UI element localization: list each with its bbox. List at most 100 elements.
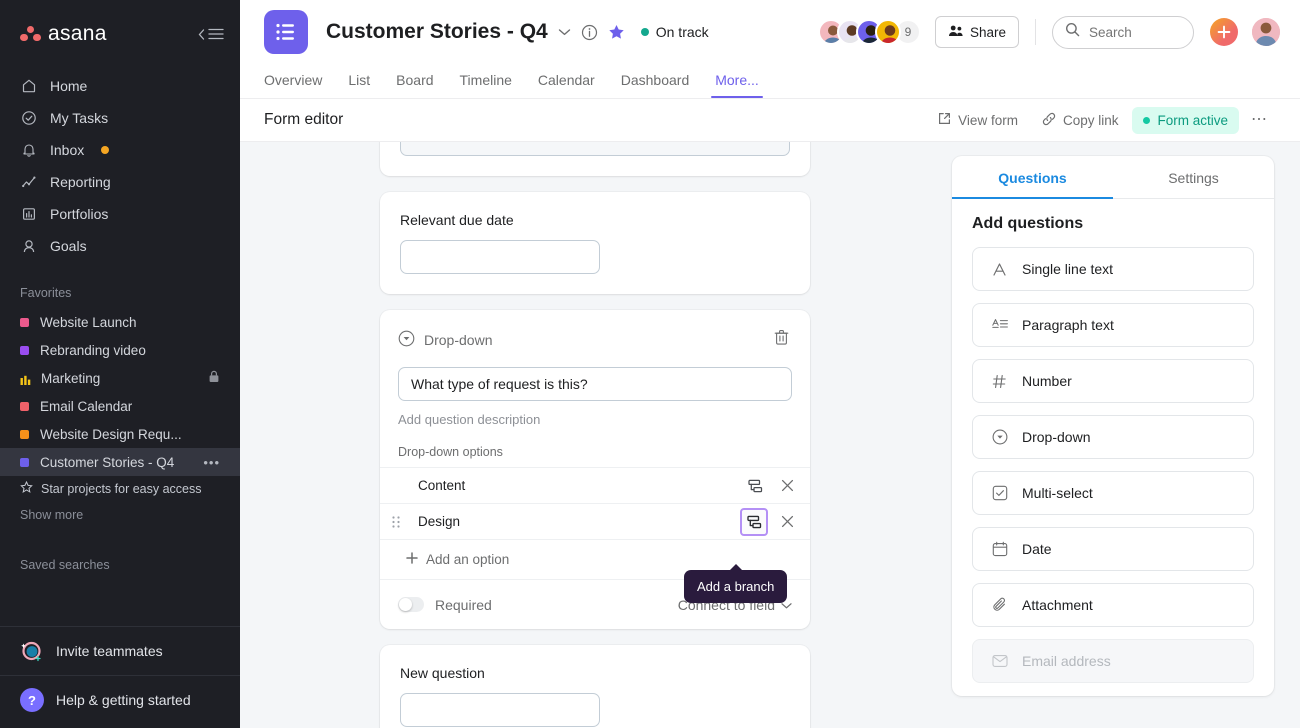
sidebar-nav: Home My Tasks Inbox Reporting Portfolios… (0, 70, 240, 262)
questions-panel: Questions Settings Add questions Single … (952, 156, 1274, 696)
question-type-drop-down[interactable]: Drop-down (972, 415, 1254, 459)
status-badge[interactable]: On track (640, 24, 709, 40)
favorite-item-customer-stories-q4[interactable]: Customer Stories - Q4 ••• (0, 448, 240, 476)
sidebar-item-goals[interactable]: Goals (0, 230, 240, 262)
favorite-more-icon[interactable]: ••• (203, 455, 220, 470)
tab-board[interactable]: Board (383, 72, 446, 98)
favorite-item-website-launch[interactable]: Website Launch (0, 308, 240, 336)
dropdown-circle-icon (991, 429, 1008, 445)
tab-timeline[interactable]: Timeline (447, 72, 525, 98)
sidebar-item-my-tasks[interactable]: My Tasks (0, 102, 240, 134)
question-type-single-line-text[interactable]: Single line text (972, 247, 1254, 291)
saved-searches-title: Saved searches (20, 558, 110, 572)
trash-icon[interactable] (771, 326, 792, 353)
question-type-number[interactable]: Number (972, 359, 1254, 403)
status-dot-icon (640, 28, 649, 36)
account-avatar[interactable] (1252, 18, 1280, 46)
branch-icon[interactable] (740, 507, 768, 536)
favorite-label: Website Launch (40, 314, 137, 330)
tab-questions[interactable]: Questions (952, 156, 1113, 199)
create-button[interactable] (1210, 18, 1238, 46)
question-type-email-address: Email address (972, 639, 1254, 683)
tab-overview[interactable]: Overview (264, 72, 335, 98)
search-input[interactable] (1052, 15, 1194, 49)
question-type-date[interactable]: Date (972, 527, 1254, 571)
goals-icon (20, 237, 38, 255)
tab-settings[interactable]: Settings (1113, 156, 1274, 198)
favorite-item-marketing[interactable]: Marketing (0, 364, 240, 392)
main-area: Customer Stories - Q4 On track 9 Share S… (240, 0, 1300, 728)
tab-more[interactable]: More... (702, 72, 772, 98)
close-icon[interactable] (774, 473, 800, 499)
tab-calendar[interactable]: Calendar (525, 72, 608, 98)
lock-icon (208, 370, 220, 386)
tab-dashboard[interactable]: Dashboard (608, 72, 703, 98)
help-getting-started-button[interactable]: ? Help & getting started (0, 676, 240, 724)
top-right-controls: 9 Share (817, 15, 1300, 49)
question-title-input[interactable]: What type of request is this? (398, 367, 792, 401)
show-more-button[interactable]: Show more (0, 502, 240, 528)
new-question-input[interactable] (400, 693, 600, 727)
option-label[interactable]: Content (418, 478, 742, 493)
copy-link-button[interactable]: Copy link (1032, 107, 1129, 134)
favorite-label: Marketing (41, 370, 101, 386)
invite-label: Invite teammates (56, 643, 163, 659)
favorite-item-rebranding-video[interactable]: Rebranding video (0, 336, 240, 364)
star-projects-hint[interactable]: Star projects for easy access (0, 476, 240, 502)
sidebar: asana Home My Tasks Inbox Reporting Port… (0, 0, 240, 728)
sidebar-item-label: Reporting (50, 174, 111, 190)
brand-name: asana (48, 22, 107, 45)
panel-body: Add questions Single line text Paragraph… (952, 199, 1274, 696)
avatar[interactable] (874, 19, 901, 45)
favorite-label: Email Calendar (40, 398, 133, 414)
sidebar-item-label: Inbox (50, 142, 85, 158)
required-toggle[interactable] (398, 597, 424, 612)
favorite-item-website-design-request[interactable]: Website Design Requ... (0, 420, 240, 448)
calendar-icon (991, 541, 1008, 557)
chevron-down-icon[interactable] (558, 28, 571, 37)
question-type-paragraph-text[interactable]: Paragraph text (972, 303, 1254, 347)
dropdown-option-row[interactable]: Design (380, 503, 810, 539)
search-field[interactable] (1089, 24, 1181, 40)
project-tabs: Overview List Board Timeline Calendar Da… (264, 64, 1300, 98)
close-icon[interactable] (774, 509, 800, 535)
toolbar-actions: View form Copy link Form active ⋯ (928, 106, 1276, 134)
due-date-input[interactable] (400, 240, 600, 274)
partial-card-textarea[interactable] (400, 142, 790, 156)
paragraph-icon (991, 318, 1008, 332)
square-icon (20, 317, 29, 327)
active-dot-icon (1143, 116, 1151, 124)
branch-icon[interactable] (742, 473, 768, 499)
list-project-icon[interactable] (264, 10, 308, 54)
ellipsis-icon[interactable]: ⋯ (1243, 108, 1276, 132)
question-type-multi-select[interactable]: Multi-select (972, 471, 1254, 515)
option-label[interactable]: Design (418, 514, 740, 529)
drag-handle-icon[interactable] (388, 515, 404, 528)
info-circle-icon[interactable] (581, 24, 598, 41)
asana-logo[interactable]: asana (20, 22, 107, 46)
branch-tooltip: Add a branch (684, 564, 788, 603)
member-avatars[interactable]: 9 (817, 19, 921, 45)
tab-list[interactable]: List (335, 72, 383, 98)
question-type-attachment[interactable]: Attachment (972, 583, 1254, 627)
question-type-label: Single line text (1022, 261, 1114, 277)
favorite-item-email-calendar[interactable]: Email Calendar (0, 392, 240, 420)
dropdown-option-row[interactable]: Content (380, 467, 810, 503)
dropdown-circle-icon (398, 330, 415, 350)
invite-teammates-button[interactable]: Invite teammates (0, 627, 240, 675)
question-type-label: Drop-down (424, 331, 493, 348)
star-filled-icon[interactable] (608, 24, 625, 41)
share-button[interactable]: Share (934, 16, 1019, 48)
sidebar-item-reporting[interactable]: Reporting (0, 166, 240, 198)
plus-icon (406, 552, 418, 567)
collapse-sidebar-icon[interactable] (198, 28, 224, 40)
sidebar-item-home[interactable]: Home (0, 70, 240, 102)
copy-link-label: Copy link (1062, 112, 1119, 128)
top-bar: Customer Stories - Q4 On track 9 Share S… (240, 0, 1300, 98)
view-form-button[interactable]: View form (928, 107, 1028, 133)
question-type-label: Date (1022, 541, 1052, 557)
form-active-toggle[interactable]: Form active (1132, 106, 1239, 134)
sidebar-item-inbox[interactable]: Inbox (0, 134, 240, 166)
add-question-description[interactable]: Add question description (398, 412, 792, 427)
sidebar-item-portfolios[interactable]: Portfolios (0, 198, 240, 230)
